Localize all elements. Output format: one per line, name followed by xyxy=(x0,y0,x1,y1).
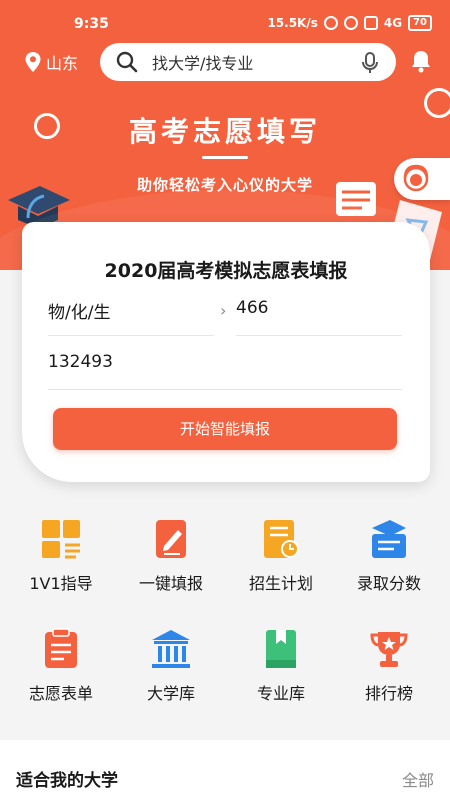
view-all-link[interactable]: 全部 xyxy=(402,767,434,791)
admission-score-icon xyxy=(372,520,406,558)
grid-item-1v1-guidance[interactable]: 1V1指导 xyxy=(6,518,116,594)
hd-icon xyxy=(363,16,378,30)
university-icon xyxy=(152,630,190,668)
grid-item-ranking[interactable]: 排行榜 xyxy=(334,628,444,704)
customer-service-icon xyxy=(403,164,429,192)
network-speed: 15.5K/s xyxy=(267,16,318,30)
enrollment-plan-icon xyxy=(264,520,299,558)
grid-item-one-click-fill[interactable]: 一键填报 xyxy=(116,518,226,594)
grid-item-university-library[interactable]: 大学库 xyxy=(116,628,226,704)
location-selector[interactable]: 山东 xyxy=(24,50,78,74)
banner-divider xyxy=(202,156,248,159)
grid-label: 志愿表单 xyxy=(28,684,93,703)
grid-label: 排行榜 xyxy=(364,684,413,703)
grid-item-admission-score[interactable]: 录取分数 xyxy=(334,518,444,594)
search-icon xyxy=(116,51,138,73)
status-time: 9:35 xyxy=(74,16,109,32)
section-title: 适合我的大学 xyxy=(16,771,118,791)
grid-label: 大学库 xyxy=(146,684,195,703)
score-input[interactable]: 466 xyxy=(236,298,402,336)
guidance-icon xyxy=(42,520,80,559)
grid-item-enrollment-plan[interactable]: 招生计划 xyxy=(226,518,336,594)
recommended-universities-section: 适合我的大学 全部 xyxy=(0,740,450,800)
grid-item-application-form[interactable]: 志愿表单 xyxy=(6,628,116,704)
card-title: 2020届高考模拟志愿表填报 xyxy=(104,260,348,282)
bell-icon[interactable] xyxy=(410,49,432,73)
rank-input[interactable]: 132493 xyxy=(48,352,402,390)
battery-icon: 70 xyxy=(408,15,432,31)
search-input[interactable]: 找大学/找专业 xyxy=(100,43,396,81)
trophy-icon xyxy=(370,632,408,667)
customer-service-button[interactable] xyxy=(394,158,450,200)
major-library-icon xyxy=(266,630,296,668)
signal-label: 4G xyxy=(383,16,403,30)
one-click-fill-icon xyxy=(156,520,186,558)
microphone-icon[interactable] xyxy=(362,52,378,74)
grid-label: 录取分数 xyxy=(356,574,421,593)
start-smart-fill-button[interactable]: 开始智能填报 xyxy=(53,408,397,450)
status-bar: 9:35 15.5K/s 4G 70 xyxy=(0,0,450,40)
grid-item-major-library[interactable]: 专业库 xyxy=(226,628,336,704)
search-placeholder: 找大学/找专业 xyxy=(152,54,254,73)
mock-application-card: 2020届高考模拟志愿表填报 物/化/生 › 466 132493 开始智能填报 xyxy=(22,222,430,482)
subject-selector[interactable]: 物/化/生 xyxy=(48,298,214,336)
location-pin-icon xyxy=(25,52,41,72)
location-label: 山东 xyxy=(46,54,79,73)
chevron-right-icon: › xyxy=(220,301,227,320)
status-indicators: 15.5K/s 4G 70 xyxy=(267,15,432,31)
grid-label: 一键填报 xyxy=(138,574,203,593)
grid-label: 1V1指导 xyxy=(29,574,93,593)
banner-title: 高考志愿填写 xyxy=(128,115,321,148)
application-form-icon xyxy=(45,628,77,668)
graduation-cap-icon xyxy=(8,186,70,228)
grid-label: 专业库 xyxy=(256,684,305,703)
alarm-icon xyxy=(343,16,358,30)
grid-label: 招生计划 xyxy=(248,574,313,593)
mute-icon xyxy=(323,16,338,30)
